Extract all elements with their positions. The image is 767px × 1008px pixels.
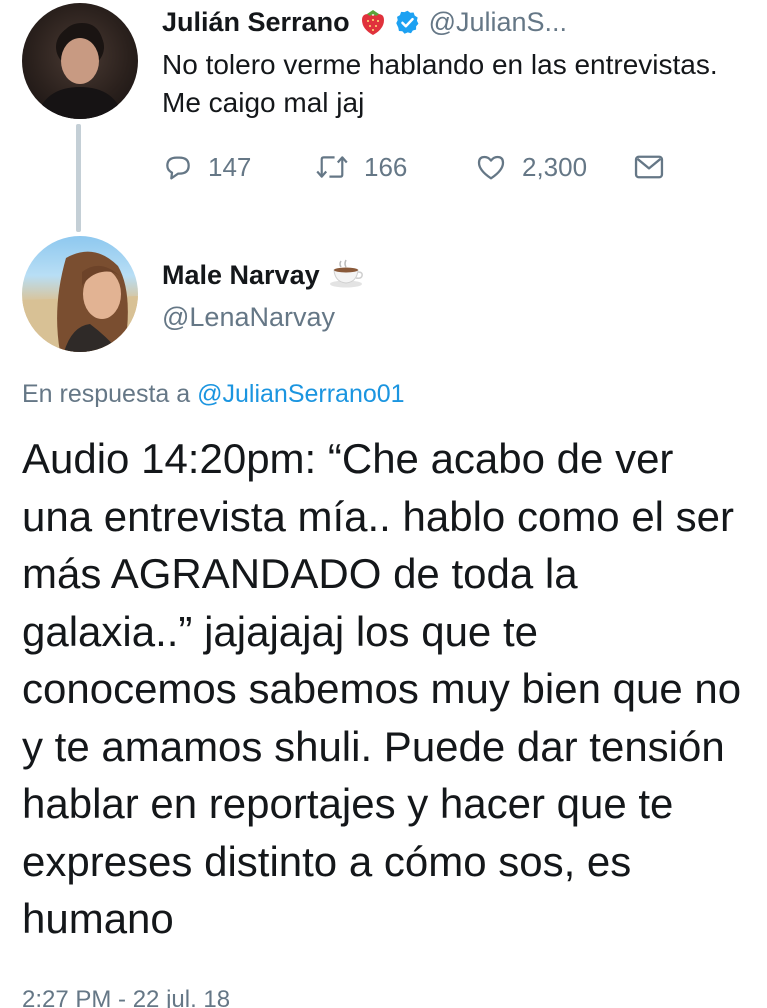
thread-line xyxy=(76,124,81,232)
tweet-actions: 147 166 2,300 xyxy=(160,146,720,188)
direct-message-button[interactable] xyxy=(632,146,666,188)
retweet-count: 166 xyxy=(364,151,408,182)
reply-icon xyxy=(162,151,194,183)
author-handle[interactable]: @JulianS... xyxy=(429,7,567,38)
reply-count: 147 xyxy=(208,151,252,182)
like-button[interactable]: 2,300 xyxy=(474,146,587,188)
author-name[interactable]: Male Narvay xyxy=(162,260,320,291)
tweet-thread: Julián Serrano @JulianS... No tolero ver… xyxy=(0,0,767,1008)
coffee-icon xyxy=(320,257,364,294)
avatar[interactable] xyxy=(22,236,138,352)
retweet-button[interactable]: 166 xyxy=(314,146,407,188)
reply-button[interactable]: 147 xyxy=(162,146,251,188)
author-handle[interactable]: @LenaNarvay xyxy=(162,302,335,333)
verified-badge-icon xyxy=(394,9,421,36)
reply-tweet-header: Male Narvay xyxy=(162,254,364,296)
heart-icon xyxy=(474,151,508,183)
tweet-text: No tolero verme hablando en las entrevis… xyxy=(162,49,718,118)
tweet-text: Audio 14:20pm: “Che acabo de ver una ent… xyxy=(22,435,742,942)
envelope-icon xyxy=(632,152,666,182)
author-name[interactable]: Julián Serrano xyxy=(162,7,350,38)
retweet-icon xyxy=(314,151,350,183)
parent-tweet-header: Julián Serrano @JulianS... xyxy=(162,2,762,42)
strawberry-icon xyxy=(358,7,388,37)
in-reply-label: En respuesta a xyxy=(22,380,191,408)
in-reply-to: En respuesta a @JulianSerrano01 xyxy=(22,380,405,409)
in-reply-mention-link[interactable]: @JulianSerrano01 xyxy=(197,380,404,408)
tweet-timestamp[interactable]: 2:27 PM - 22 jul. 18 xyxy=(22,986,230,1008)
avatar[interactable] xyxy=(22,3,138,119)
like-count: 2,300 xyxy=(522,151,588,182)
